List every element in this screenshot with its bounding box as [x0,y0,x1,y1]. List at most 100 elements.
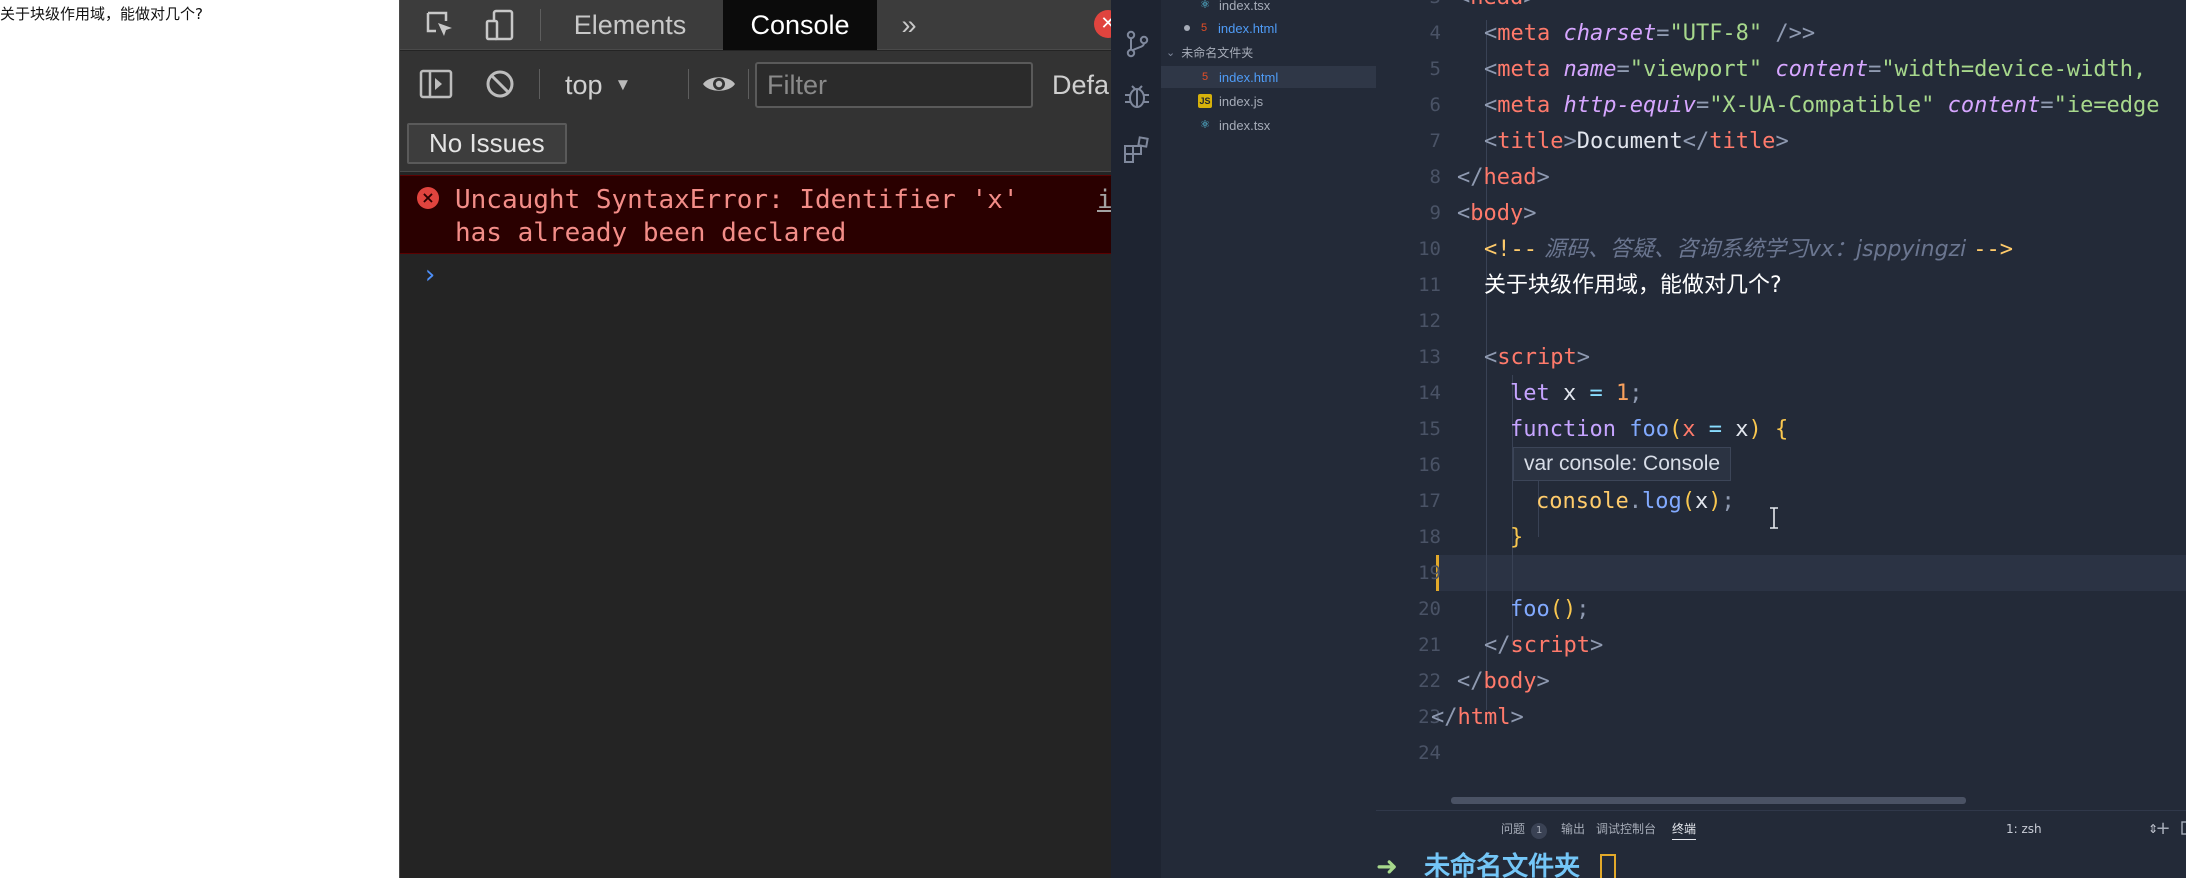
code-line: console.log(x); [1536,489,1735,514]
folder-name: 未命名文件夹 [1181,45,1254,60]
line-number: 19 [1418,562,1441,584]
toolbar-divider [539,69,540,99]
error-count-close-icon[interactable]: ✕ [1094,10,1111,38]
more-tabs-icon[interactable]: » [885,0,933,50]
folder-item[interactable]: ⌄ 未命名文件夹 [1161,41,1376,63]
horizontal-scrollbar[interactable] [1451,797,1966,804]
file-item-index-js[interactable]: JS index.js [1161,90,1376,112]
code-line: </script> [1484,633,1604,658]
inspect-element-icon[interactable] [420,6,460,44]
browser-page: 关于块级作用域，能做对几个? [0,0,399,878]
error-icon: × [417,187,439,209]
context-selector[interactable]: top ▼ [565,65,631,105]
line-number: 24 [1418,742,1441,764]
debug-icon[interactable] [1121,80,1153,112]
file-name: index.html [1219,69,1279,85]
line-number: 15 [1418,418,1441,440]
device-toolbar-icon[interactable] [480,6,520,44]
code-line: function foo(x = x) { [1510,417,1789,442]
line-number: 22 [1418,670,1441,692]
source-control-icon[interactable] [1121,28,1153,60]
js-icon: JS [1198,94,1212,108]
line-number: 10 [1418,238,1441,260]
terminal-arrow-icon: ➜ [1376,852,1398,878]
clear-console-icon[interactable] [480,64,520,104]
terminal-selector-label: 1: zsh [2006,822,2042,836]
code-line: <head> [1457,0,1536,16]
html-icon: 5 [1200,22,1208,34]
extensions-icon[interactable] [1121,134,1153,166]
devtools-tabbar: Elements Console » ✕ [400,0,1111,50]
no-issues-button[interactable]: No Issues [407,123,567,164]
console-prompt-icon[interactable]: › [422,260,438,290]
code-line: <meta http-equiv="X-UA-Compatible" conte… [1484,93,2160,118]
line-number: 13 [1418,346,1441,368]
code-line: <meta charset="UTF-8" />> [1484,21,1816,46]
console-filter-input[interactable]: Filter [755,62,1033,108]
dropdown-caret-icon: ▼ [614,75,632,94]
file-name: index.tsx [1219,117,1271,133]
code-line: foo(); [1510,597,1590,622]
hover-tooltip: var console: Console [1513,447,1732,481]
text-cursor-ibeam-icon [1767,507,1781,529]
devtools-panel: Elements Console » ✕ top ▼ Filter Defa N… [399,0,1111,878]
line-number: 6 [1429,94,1441,116]
tab-terminal[interactable]: 终端 [1672,818,1697,840]
code-line: </head> [1457,165,1550,190]
tab-debug-console[interactable]: 调试控制台 [1596,818,1656,840]
vscode-window: ⚛ index.tsx 5 index.html ⌄ 未命名文件夹 5 inde… [1111,0,2186,878]
line-number: 4 [1429,22,1441,44]
line-number: 9 [1429,202,1441,224]
terminal-selector[interactable]: 1: zsh ⇕ [2006,818,2166,840]
chevron-down-icon: ⌄ [1166,46,1176,59]
terminal-prompt-line[interactable]: ➜ 未命名文件夹 [1376,849,1617,878]
line-number: 17 [1418,490,1441,512]
code-line: <meta name="viewport" content="width=dev… [1484,57,2147,82]
page-heading-text: 关于块级作用域，能做对几个? [0,5,203,23]
split-terminal-icon[interactable] [2178,818,2186,838]
line-number: 16 [1418,454,1441,476]
log-levels-dropdown[interactable]: Defa [1052,65,1109,105]
error-text: Uncaught SyntaxError: Identifier 'x' has… [455,185,1019,248]
line-number: 11 [1418,274,1441,296]
toolbar-divider [748,69,749,99]
tab-output[interactable]: 输出 [1561,818,1585,840]
code-line: <script> [1484,345,1590,370]
line-number: 21 [1418,634,1441,656]
live-expression-eye-icon[interactable] [699,64,739,104]
code-line: <title>Document</title> [1484,129,1789,154]
toolbar-divider [540,9,541,41]
issues-bar: No Issues [400,117,1111,172]
file-item-index-html[interactable]: 5 index.html [1161,66,1376,88]
tab-elements[interactable]: Elements [555,0,705,50]
file-name: index.html [1218,20,1278,36]
context-selector-label: top [565,69,603,100]
terminal-cursor [1600,853,1617,878]
line-number: 20 [1418,598,1441,620]
react-icon: ⚛ [1200,0,1210,11]
tab-problems[interactable]: 问题 1 [1501,818,1548,840]
file-item-index-tsx[interactable]: ⚛ index.tsx [1161,114,1376,136]
show-sidebar-icon[interactable] [416,64,456,104]
file-item-index-tsx[interactable]: ⚛ index.tsx [1161,0,1376,16]
error-source-link[interactable]: i [1097,184,1111,217]
file-explorer: ⚛ index.tsx 5 index.html ⌄ 未命名文件夹 5 inde… [1161,0,1376,878]
file-name: index.tsx [1219,0,1271,13]
line-number: 7 [1429,130,1441,152]
current-line-highlight [1436,555,2186,591]
modified-dot-icon [1184,25,1190,31]
react-icon: ⚛ [1200,119,1210,131]
code-line: <body> [1457,201,1537,226]
terminal-current-dir: 未命名文件夹 [1424,852,1581,878]
console-error-message: × Uncaught SyntaxError: Identifier 'x' h… [400,175,1111,254]
html-icon: 5 [1201,71,1209,83]
line-number: 3 [1376,0,1441,8]
file-name: index.js [1219,93,1264,109]
code-line: <!-- 源码、答疑、咨询系统学习vx：jsppyingzi --> [1484,237,2013,262]
code-editor[interactable]: 3 4 5 6 7 8 9 10 11 12 13 14 15 16 17 18… [1376,0,2186,804]
bottom-panel: 问题 1 输出 调试控制台 终端 1: zsh ⇕ + ➜ 未命名文件夹 [1376,810,2186,878]
file-item-index-html-modified[interactable]: 5 index.html [1161,17,1376,39]
tab-console[interactable]: Console [723,0,877,50]
line-number: 14 [1418,382,1441,404]
new-terminal-plus-icon[interactable]: + [2153,818,2173,839]
